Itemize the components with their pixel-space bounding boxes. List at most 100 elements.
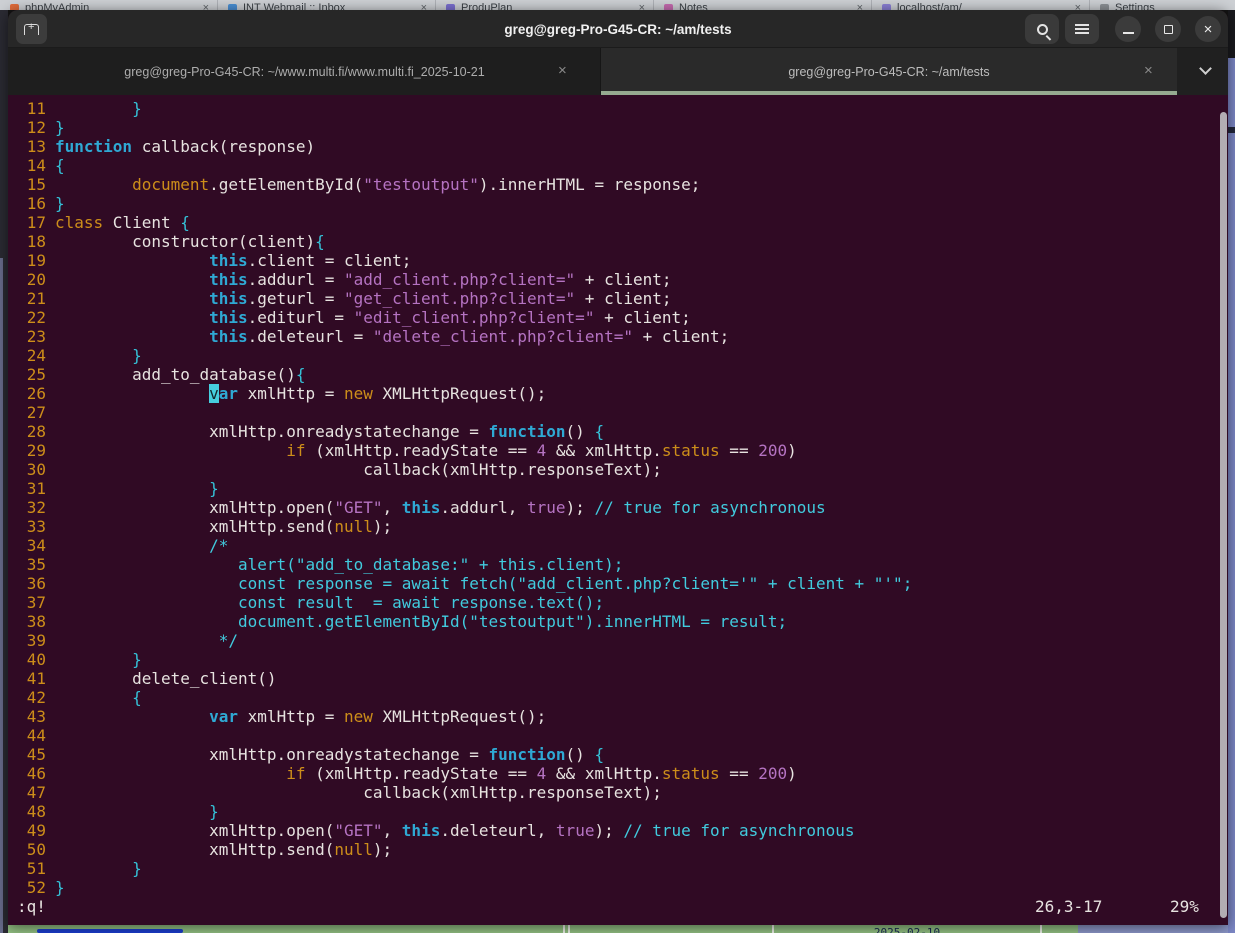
code-line: 11 } <box>17 99 1228 118</box>
code-token: function <box>488 745 565 764</box>
code-token: if <box>286 441 305 460</box>
tab-multi-fi[interactable]: greg@greg-Pro-G45-CR: ~/www.multi.fi/www… <box>8 48 601 95</box>
code-line: 13function callback(response) <box>17 137 1228 156</box>
line-number: 28 <box>17 422 46 441</box>
line-number: 14 <box>17 156 46 175</box>
code-token: this <box>402 498 441 517</box>
browser-tab-close-icon[interactable]: × <box>421 2 427 10</box>
line-number: 22 <box>17 308 46 327</box>
tab-am-tests[interactable]: greg@greg-Pro-G45-CR: ~/am/tests <box>601 48 1177 95</box>
background-window-bottom-edge: 2025-02-10 <box>8 925 1228 933</box>
code-line: 48 } <box>17 802 1228 821</box>
browser-tab[interactable]: phpMyAdmin× <box>0 0 218 10</box>
code-token <box>55 270 209 289</box>
code-token: this <box>209 270 248 289</box>
tab-label: greg@greg-Pro-G45-CR: ~/am/tests <box>788 65 989 79</box>
line-number: 21 <box>17 289 46 308</box>
code-token: "get_client.php?client=" <box>344 289 575 308</box>
code-token <box>55 346 132 365</box>
code-token: var <box>209 707 238 726</box>
minimize-button[interactable] <box>1115 16 1141 42</box>
line-number: 42 <box>17 688 46 707</box>
code-line: 47 callback(xmlHttp.responseText); <box>17 783 1228 802</box>
code-token <box>55 308 209 327</box>
vim-cursor: v <box>209 384 219 403</box>
browser-tab-close-icon[interactable]: × <box>203 2 209 10</box>
browser-tab-close-icon[interactable]: × <box>857 2 863 10</box>
menu-button[interactable] <box>1065 14 1099 44</box>
code-token: "testoutput" <box>363 175 479 194</box>
browser-tab[interactable]: Settings <box>1090 0 1235 10</box>
code-line: 41 delete_client() <box>17 669 1228 688</box>
line-number: 49 <box>17 821 46 840</box>
tab-close-icon[interactable]: × <box>558 62 567 80</box>
code-token: .addurl = <box>248 270 344 289</box>
code-token: xmlHttp = <box>238 707 344 726</box>
line-number: 17 <box>17 213 46 232</box>
browser-tab-close-icon[interactable]: × <box>1075 2 1081 10</box>
background-progress-bar <box>37 929 183 933</box>
code-line: 17class Client { <box>17 213 1228 232</box>
background-date-text: 2025-02-10 <box>874 926 940 933</box>
code-token: // true for asynchronous <box>594 498 825 517</box>
line-number: 51 <box>17 859 46 878</box>
hamburger-icon <box>1075 24 1089 34</box>
code-token: callback(response) <box>132 137 315 156</box>
vim-editor[interactable]: 11 }12}13function callback(response)14{1… <box>8 95 1228 925</box>
browser-tab-label: Notes <box>679 2 851 10</box>
code-token: true <box>556 821 595 840</box>
code-token: == <box>720 764 759 783</box>
line-number: 43 <box>17 707 46 726</box>
code-token: } <box>55 194 65 213</box>
code-token: xmlHttp.open( <box>55 498 334 517</box>
code-line: 35 alert("add_to_database:" + this.clien… <box>17 555 1228 574</box>
code-line: 22 this.editurl = "edit_client.php?clien… <box>17 308 1228 327</box>
code-token <box>55 327 209 346</box>
code-token <box>55 688 132 707</box>
line-number: 23 <box>17 327 46 346</box>
chevron-down-icon[interactable] <box>1199 62 1212 75</box>
search-button[interactable] <box>1025 14 1059 44</box>
background-window-left-highlight <box>0 258 3 933</box>
code-token: class <box>55 213 103 232</box>
code-line: 28 xmlHttp.onreadystatechange = function… <box>17 422 1228 441</box>
browser-tab[interactable]: ProduPlan× <box>436 0 654 10</box>
code-token: .deleteurl, <box>440 821 556 840</box>
code-token: XMLHttpRequest(); <box>373 384 546 403</box>
code-token: status <box>662 764 720 783</box>
code-token: const response = await fetch("add_client… <box>55 574 912 593</box>
code-token: ); <box>566 498 595 517</box>
code-token: document <box>132 175 209 194</box>
code-token: (xmlHttp.readyState == <box>305 764 536 783</box>
code-token: && xmlHttp. <box>546 764 662 783</box>
code-line: 21 this.geturl = "get_client.php?client=… <box>17 289 1228 308</box>
code-token: + client; <box>633 327 729 346</box>
line-number: 15 <box>17 175 46 194</box>
code-token: ); <box>373 840 392 859</box>
code-line: 15 document.getElementById("testoutput")… <box>17 175 1228 194</box>
maximize-button[interactable] <box>1155 16 1181 42</box>
code-token: this <box>209 308 248 327</box>
code-token <box>55 99 132 118</box>
browser-tab[interactable]: localhost/am/× <box>872 0 1090 10</box>
browser-tab[interactable]: Notes × <box>654 0 872 10</box>
minimize-icon <box>1123 32 1134 34</box>
code-token: xmlHttp.open( <box>55 821 334 840</box>
browser-tab-close-icon[interactable]: × <box>639 2 645 10</box>
code-line: 20 this.addurl = "add_client.php?client=… <box>17 270 1228 289</box>
code-line: 44 <box>17 726 1228 745</box>
code-token: this <box>209 289 248 308</box>
line-number: 40 <box>17 650 46 669</box>
tab-close-icon[interactable]: × <box>1144 62 1153 80</box>
line-number: 30 <box>17 460 46 479</box>
browser-tab[interactable]: INT Webmail :: Inbox× <box>218 0 436 10</box>
terminal-scrollbar[interactable] <box>1220 112 1227 918</box>
code-token: null <box>334 517 373 536</box>
vim-scroll-percent: 29% <box>1170 897 1199 916</box>
close-button[interactable]: × <box>1195 16 1221 42</box>
code-token: function <box>488 422 565 441</box>
line-number: 46 <box>17 764 46 783</box>
new-tab-button[interactable] <box>16 14 47 44</box>
code-line: 14{ <box>17 156 1228 175</box>
code-token: new <box>344 707 373 726</box>
